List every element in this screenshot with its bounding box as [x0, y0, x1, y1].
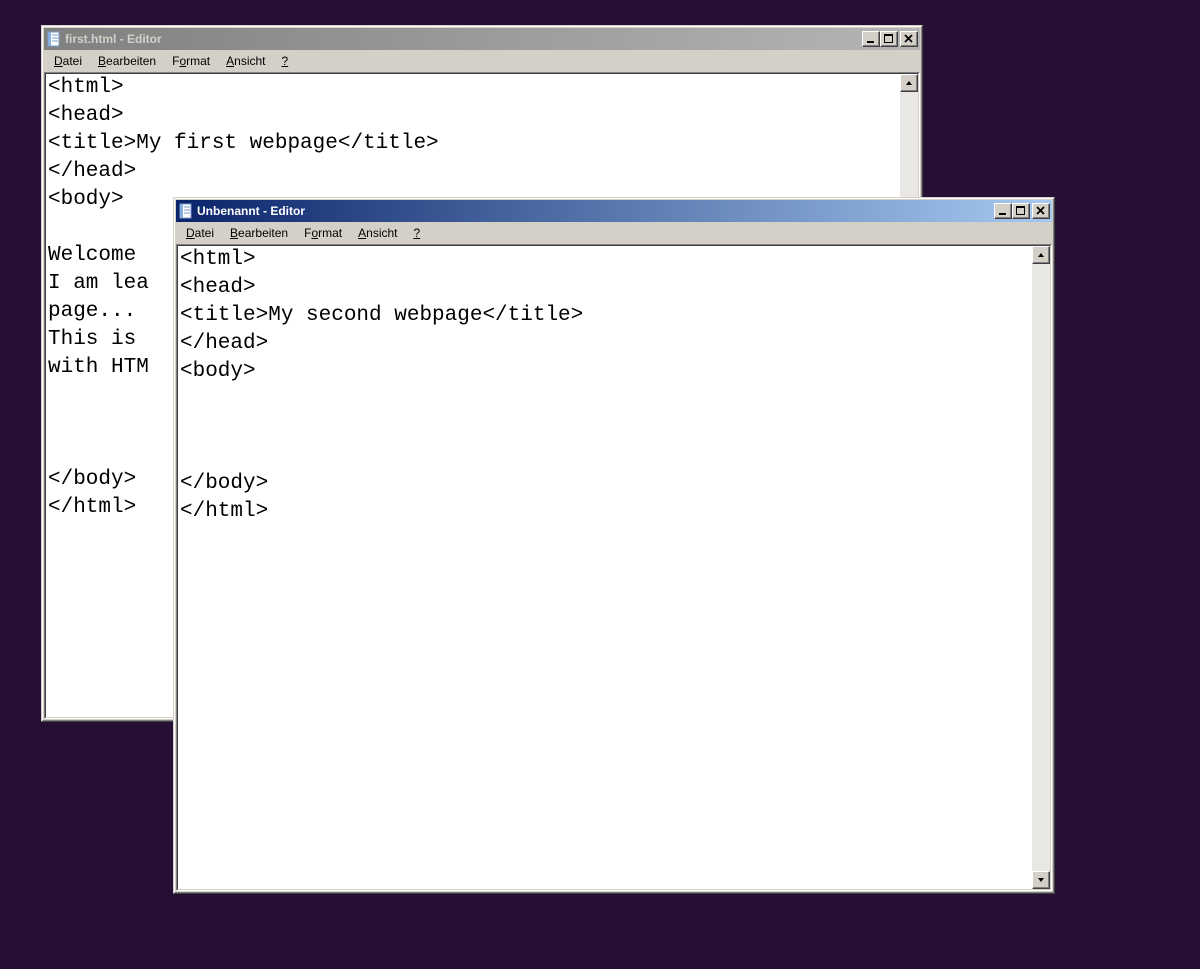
- maximize-button[interactable]: [1012, 203, 1030, 219]
- menu-ansicht[interactable]: Ansicht: [218, 52, 273, 70]
- notepad-icon: [178, 203, 194, 219]
- scroll-down-button[interactable]: [1032, 871, 1050, 889]
- editor-textarea[interactable]: <html> <head> <title>My second webpage</…: [178, 246, 1032, 889]
- menubar: Datei Bearbeiten Format Ansicht ?: [176, 222, 1052, 244]
- close-button[interactable]: [1032, 203, 1050, 219]
- window-title: first.html - Editor: [65, 32, 862, 46]
- menu-ansicht[interactable]: Ansicht: [350, 224, 405, 242]
- menu-bearbeiten[interactable]: Bearbeiten: [222, 224, 296, 242]
- menu-format[interactable]: Format: [296, 224, 350, 242]
- vertical-scrollbar[interactable]: [1032, 246, 1050, 889]
- editor-window-unbenannt[interactable]: Unbenannt - Editor Datei Bearbeiten Form…: [173, 197, 1055, 894]
- menu-datei[interactable]: Datei: [46, 52, 90, 70]
- close-button[interactable]: [900, 31, 918, 47]
- scroll-up-button[interactable]: [900, 74, 918, 92]
- notepad-icon: [46, 31, 62, 47]
- menu-hilfe[interactable]: ?: [274, 52, 297, 70]
- window-title: Unbenannt - Editor: [197, 204, 994, 218]
- menu-format[interactable]: Format: [164, 52, 218, 70]
- titlebar[interactable]: first.html - Editor: [44, 28, 920, 50]
- scroll-up-button[interactable]: [1032, 246, 1050, 264]
- minimize-button[interactable]: [994, 203, 1012, 219]
- maximize-button[interactable]: [880, 31, 898, 47]
- scroll-track[interactable]: [1032, 264, 1050, 871]
- menu-bearbeiten[interactable]: Bearbeiten: [90, 52, 164, 70]
- menubar: Datei Bearbeiten Format Ansicht ?: [44, 50, 920, 72]
- minimize-button[interactable]: [862, 31, 880, 47]
- titlebar[interactable]: Unbenannt - Editor: [176, 200, 1052, 222]
- menu-hilfe[interactable]: ?: [406, 224, 429, 242]
- menu-datei[interactable]: Datei: [178, 224, 222, 242]
